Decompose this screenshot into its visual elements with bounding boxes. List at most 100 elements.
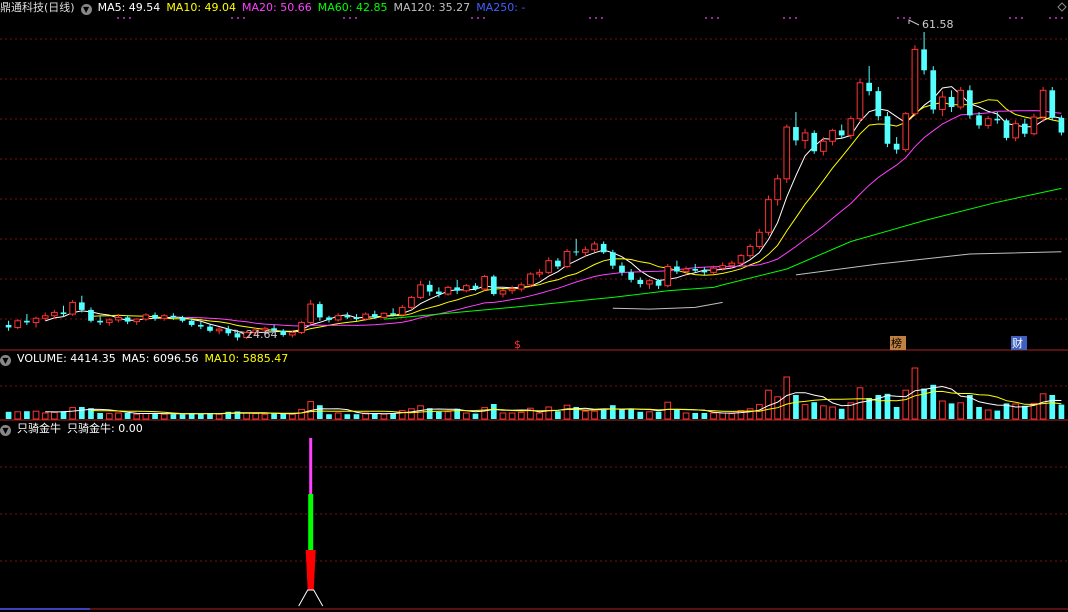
candle-body [902,113,910,151]
high-pointer [908,19,920,26]
candle-body [921,49,927,71]
chart-canvas[interactable]: 61.58 24.64 $ 榜 财 [0,0,1068,612]
volume-bar [893,407,900,419]
marker-dot [601,17,603,19]
candle-body [215,328,223,332]
volume-bar [326,414,332,419]
candle-body [436,291,442,295]
volume-bar [628,409,634,419]
volume-bar [97,413,103,419]
marker-dot [711,17,713,19]
corner-diamond-icon[interactable] [1057,2,1067,12]
candle-body [856,82,864,120]
marker-dot [355,17,357,19]
volume-bar [197,413,204,419]
volume-bar [1058,404,1065,419]
candle-body [591,243,598,251]
candle-body [737,255,745,264]
volume-bar [582,410,589,420]
volume-bar [600,410,607,419]
candle-body [829,129,836,142]
volume-bar [69,407,77,420]
volume-bar [811,402,818,419]
candle-body [115,316,122,321]
candle-body [24,320,30,323]
volume-bar [472,413,479,419]
volume-bar [1039,393,1047,420]
marker-dot [243,17,245,19]
candle-body [170,315,177,318]
volume-bar [481,407,488,420]
candle-body [976,115,982,126]
volume-bar [755,404,763,420]
volume-bar [884,393,891,419]
candle-body [820,140,827,152]
candle-body [875,91,882,117]
candle-body [755,231,763,247]
indicator-bars [298,438,324,607]
volume-bar [24,411,30,419]
candle-body [371,314,378,318]
volume-bar [710,412,717,420]
volume-bar [142,413,150,420]
candle-body [563,250,571,268]
volume-bar [436,411,442,419]
candle-body [719,265,727,269]
candle-body [701,270,708,273]
volume-bar [243,412,250,420]
event-marker-bang[interactable]: 榜 [891,336,902,350]
event-marker-cai[interactable]: 财 [1012,336,1023,350]
candle-body [957,89,965,108]
candle-body [1003,120,1010,138]
ma60-line [383,187,1062,320]
volume-bar [994,410,1001,419]
candle-body [1030,116,1038,135]
candle-body [984,118,992,126]
candle-body [600,243,607,253]
grid-lines [0,17,1068,610]
candle-body [1039,89,1047,118]
volume-bar [133,413,141,420]
volume-bar [838,408,845,419]
volume-bar [692,413,699,419]
event-marker-s[interactable]: $ [514,338,521,351]
candle-body [911,48,919,115]
volume-bar [179,414,186,419]
marker-dot [903,17,905,19]
volume-bar [78,407,85,419]
candle-body [646,280,653,285]
candle-body [664,266,672,287]
candle-body [417,284,424,298]
volume-bar [948,403,955,419]
candle-body [225,329,232,334]
candle-body [967,90,973,116]
candle-body [179,317,186,321]
candle-body [893,143,900,150]
candle-body [619,265,625,273]
marker-dot [1061,17,1063,19]
marker-dot [705,17,707,19]
volume-bar [298,408,305,420]
candle-body [472,285,479,290]
candle-body [60,312,67,315]
marker-dot [237,17,239,19]
marker-dot [595,17,597,19]
ma120-line-b [795,251,1062,276]
volume-bar [517,411,525,420]
volume-bar [170,414,177,419]
volume-bar [902,389,910,420]
volume-bar [160,413,168,420]
high-annotation: 61.58 [922,18,954,31]
volume-bar [976,407,982,419]
marker-dot [1055,17,1057,19]
candle-body [32,317,40,323]
candle-body [710,267,717,273]
candle-body [390,313,396,315]
candle-body [14,320,22,328]
marker-dot [795,17,797,19]
volume-bar [462,412,470,420]
marker-dot [1021,17,1023,19]
candle-body [362,313,369,320]
candle-body [88,309,94,321]
candle-body [5,324,12,328]
